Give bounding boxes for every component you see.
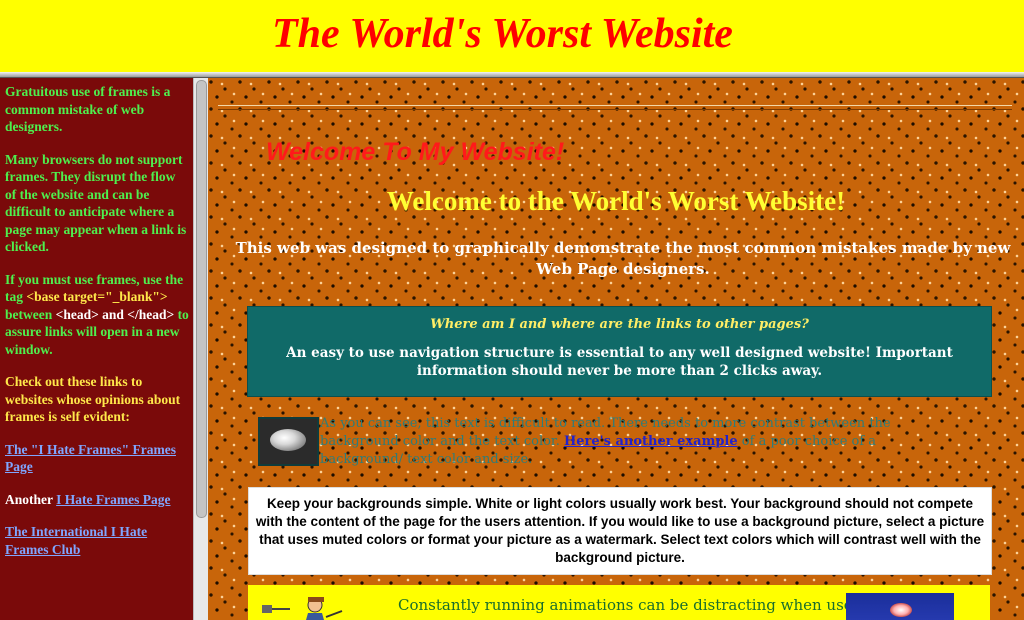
intro-text: This web was designed to graphically dem…: [235, 239, 1011, 278]
site-title: The World's Worst Website: [272, 11, 733, 57]
frames-links-intro: Check out these links to websites whose …: [5, 374, 181, 424]
frames-browser-text: Many browsers do not support frames. The…: [5, 151, 187, 255]
horizontal-rule: [218, 105, 1012, 110]
navigation-question: Where am I and where are the links to ot…: [430, 317, 809, 332]
another-example-link[interactable]: Here's another example: [564, 434, 738, 449]
background-advice-text: Keep your backgrounds simple. White or l…: [255, 496, 985, 565]
animation-text: Constantly running animations can be dis…: [398, 596, 863, 614]
another-i-hate-frames-link[interactable]: I Hate Frames Page: [56, 492, 170, 507]
animation-box: Constantly running animations can be dis…: [248, 585, 990, 620]
navigation-text: An easy to use navigation structure is e…: [286, 345, 953, 379]
left-frame-scrollbar[interactable]: [193, 78, 209, 620]
welcome-heading-red: Welcome To My Website!: [266, 138, 565, 166]
another-link-paragraph: Another I Hate Frames Page: [5, 491, 189, 509]
firework-shape: [890, 603, 912, 617]
another-prefix: Another: [5, 491, 53, 507]
poor-contrast-paragraph: As you can see, this text is difficult t…: [320, 415, 960, 469]
left-frame: Gratuitous use of frames is a common mis…: [0, 78, 193, 620]
background-advice-box: Keep your backgrounds simple. White or l…: [248, 487, 992, 575]
frames-between-text: between: [5, 306, 53, 322]
frames-mistake-text: Gratuitous use of frames is a common mis…: [5, 84, 171, 134]
stone-image: [258, 417, 319, 466]
animated-gif-left: [262, 597, 343, 620]
animated-gif-right: [846, 593, 954, 620]
scrollbar-thumb[interactable]: [196, 80, 207, 518]
international-i-hate-frames-link[interactable]: The International I Hate Frames Club: [5, 524, 147, 557]
head-tag-code: <head> and </head>: [55, 306, 175, 322]
main-frame: Welcome To My Website! Welcome to the Wo…: [208, 78, 1024, 620]
navigation-info-box: Where am I and where are the links to ot…: [247, 306, 992, 397]
base-tag-code: <base target="_blank">: [26, 289, 168, 304]
welcome-heading-yellow: Welcome to the World's Worst Website!: [386, 186, 846, 216]
i-hate-frames-link[interactable]: The "I Hate Frames" Frames Page: [5, 442, 176, 475]
stone-shape: [270, 429, 306, 451]
frames-tag-paragraph: If you must use frames, use the tag <bas…: [5, 271, 189, 359]
top-frame: The World's Worst Website: [0, 0, 1024, 72]
